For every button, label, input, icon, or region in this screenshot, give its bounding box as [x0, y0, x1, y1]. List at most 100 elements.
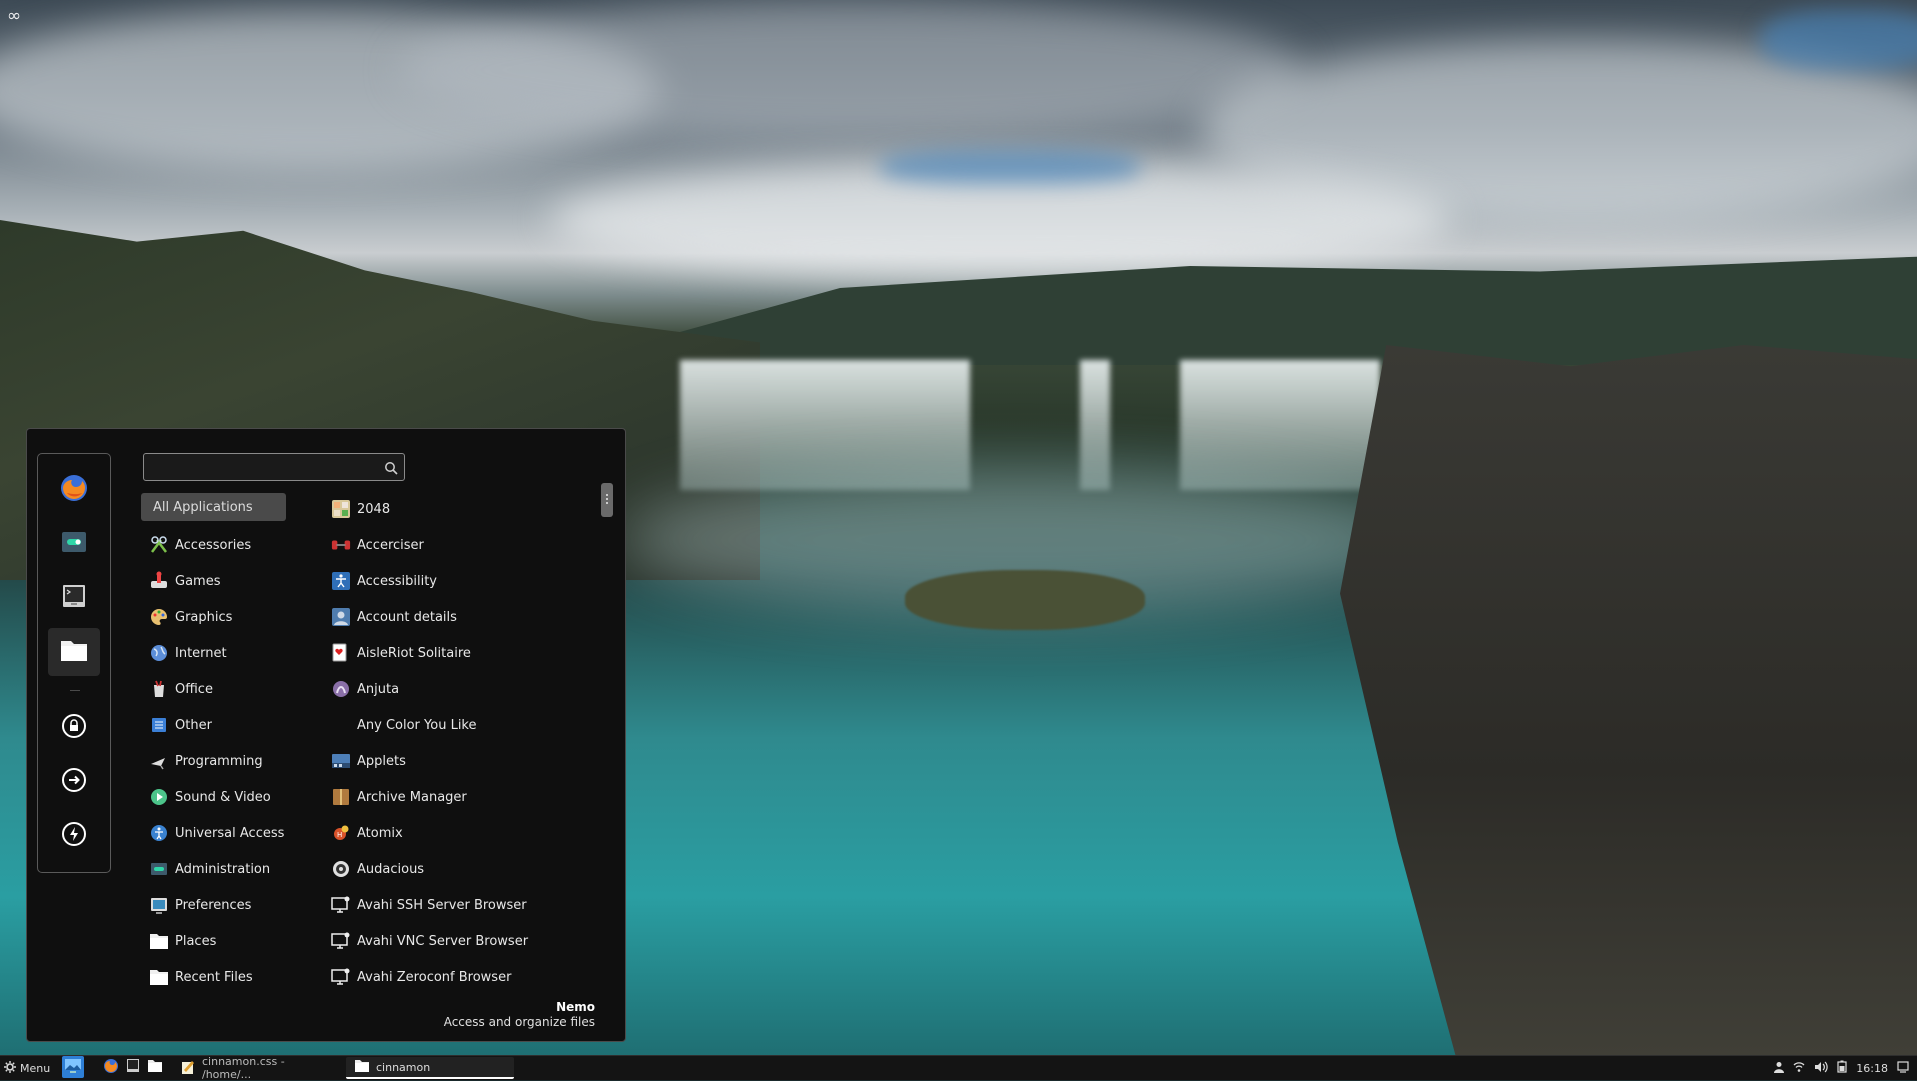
app-any-color-you-like[interactable]: Any Color You Like: [329, 707, 589, 743]
category-accessories[interactable]: Accessories: [141, 527, 286, 563]
category-universal-access[interactable]: Universal Access: [141, 815, 286, 851]
app-account-details[interactable]: Account details: [329, 599, 589, 635]
firefox-icon: [103, 1058, 119, 1077]
category-sound-video[interactable]: Sound & Video: [141, 779, 286, 815]
app-label: Any Color You Like: [357, 717, 477, 733]
favorite-files[interactable]: [48, 628, 100, 676]
launcher-show-desktop[interactable]: [62, 1056, 84, 1078]
window-button-gedit[interactable]: cinnamon.css - /home/...: [172, 1055, 342, 1081]
show-desktop-icon[interactable]: [1897, 1060, 1909, 1076]
menu-button[interactable]: Menu: [4, 1056, 50, 1080]
session-lock-screen[interactable]: [48, 704, 100, 752]
session-logout[interactable]: [48, 758, 100, 806]
anjuta-icon: [331, 679, 351, 699]
terminal-icon: [60, 582, 88, 614]
audacious-icon: [331, 859, 351, 879]
app-label: Accessibility: [357, 573, 437, 589]
favorite-firefox[interactable]: [48, 466, 100, 514]
app-avahi-zeroconf-browser[interactable]: Avahi Zeroconf Browser: [329, 959, 589, 995]
app-accerciser[interactable]: Accerciser: [329, 527, 589, 563]
favorites-bar: [37, 453, 111, 873]
sound-video-icon: [149, 787, 169, 807]
category-label: Accessories: [175, 537, 252, 553]
folder-icon: [354, 1059, 370, 1076]
app-list-scrollbar[interactable]: [601, 483, 613, 1003]
category-all-applications[interactable]: All Applications: [141, 493, 286, 521]
search-icon[interactable]: [384, 460, 398, 479]
app-label: Avahi VNC Server Browser: [357, 933, 529, 949]
folder-icon: [149, 967, 169, 987]
application-list: 2048 Accerciser Accessibility Account de…: [329, 491, 589, 995]
app-audacious[interactable]: Audacious: [329, 851, 589, 887]
app-anjuta[interactable]: Anjuta: [329, 671, 589, 707]
infinity-icon[interactable]: ∞: [7, 6, 21, 26]
application-menu: All Applications Accessories Games Graph…: [26, 428, 626, 1042]
category-label: Places: [175, 933, 217, 949]
terminal-icon: [126, 1058, 140, 1077]
cards-icon: [331, 643, 351, 663]
logout-arrow-icon: [61, 767, 87, 797]
category-graphics[interactable]: Graphics: [141, 599, 286, 635]
window-label: cinnamon.css - /home/...: [202, 1055, 285, 1081]
monitor-icon: [331, 967, 351, 987]
category-administration[interactable]: Administration: [141, 851, 286, 887]
other-icon: [149, 715, 169, 735]
app-atomix[interactable]: H Atomix: [329, 815, 589, 851]
app-aisleriot-solitaire[interactable]: AisleRiot Solitaire: [329, 635, 589, 671]
app-label: 2048: [357, 501, 391, 517]
app-avahi-ssh-server-browser[interactable]: Avahi SSH Server Browser: [329, 887, 589, 923]
universal-access-icon: [149, 823, 169, 843]
favorite-terminal[interactable]: [48, 574, 100, 622]
category-label: Other: [175, 717, 212, 733]
network-icon[interactable]: [1793, 1061, 1805, 1076]
category-recent-files[interactable]: Recent Files: [141, 959, 286, 995]
app-applets[interactable]: Applets: [329, 743, 589, 779]
category-office[interactable]: Office: [141, 671, 286, 707]
search-input[interactable]: [150, 457, 374, 479]
favorite-settings[interactable]: [48, 520, 100, 568]
battery-icon[interactable]: [1837, 1060, 1847, 1076]
preferences-icon: [149, 895, 169, 915]
app-avahi-vnc-server-browser[interactable]: Avahi VNC Server Browser: [329, 923, 589, 959]
category-internet[interactable]: Internet: [141, 635, 286, 671]
window-label: cinnamon: [376, 1060, 431, 1074]
clock[interactable]: 16:18: [1856, 1062, 1888, 1075]
category-places[interactable]: Places: [141, 923, 286, 959]
applets-icon: [331, 751, 351, 771]
folder-icon: [59, 637, 89, 667]
volume-icon[interactable]: [1814, 1061, 1828, 1076]
app-label: Atomix: [357, 825, 403, 841]
category-games[interactable]: Games: [141, 563, 286, 599]
app-archive-manager[interactable]: Archive Manager: [329, 779, 589, 815]
taskbar: Menu cinnamon.css - /home/... cinnamon 1…: [0, 1055, 1917, 1081]
launcher-firefox[interactable]: [100, 1056, 122, 1078]
archive-icon: [331, 787, 351, 807]
monitor-icon: [331, 931, 351, 951]
category-other[interactable]: Other: [141, 707, 286, 743]
app-label: Account details: [357, 609, 457, 625]
category-label: All Applications: [153, 499, 253, 515]
menu-label: Menu: [20, 1061, 51, 1075]
launcher-files[interactable]: [144, 1056, 166, 1078]
accessibility-icon: [331, 571, 351, 591]
accessories-icon: [149, 535, 169, 555]
search-box[interactable]: [143, 453, 405, 481]
app-accessibility[interactable]: Accessibility: [329, 563, 589, 599]
category-label: Graphics: [175, 609, 233, 625]
user-icon[interactable]: [1774, 1061, 1785, 1076]
folder-icon: [149, 931, 169, 951]
lock-icon: [61, 713, 87, 743]
app-label: Avahi Zeroconf Browser: [357, 969, 512, 985]
programming-icon: [149, 751, 169, 771]
scrollbar-thumb[interactable]: [601, 483, 613, 517]
app-2048[interactable]: 2048: [329, 491, 589, 527]
session-shutdown[interactable]: [48, 812, 100, 860]
window-button-cinnamon[interactable]: cinnamon: [346, 1057, 514, 1079]
launcher-terminal[interactable]: [122, 1056, 144, 1078]
category-preferences[interactable]: Preferences: [141, 887, 286, 923]
folder-icon: [147, 1059, 163, 1076]
atomix-icon: H: [331, 823, 351, 843]
accerciser-icon: [331, 535, 351, 555]
category-programming[interactable]: Programming: [141, 743, 286, 779]
office-icon: [149, 679, 169, 699]
